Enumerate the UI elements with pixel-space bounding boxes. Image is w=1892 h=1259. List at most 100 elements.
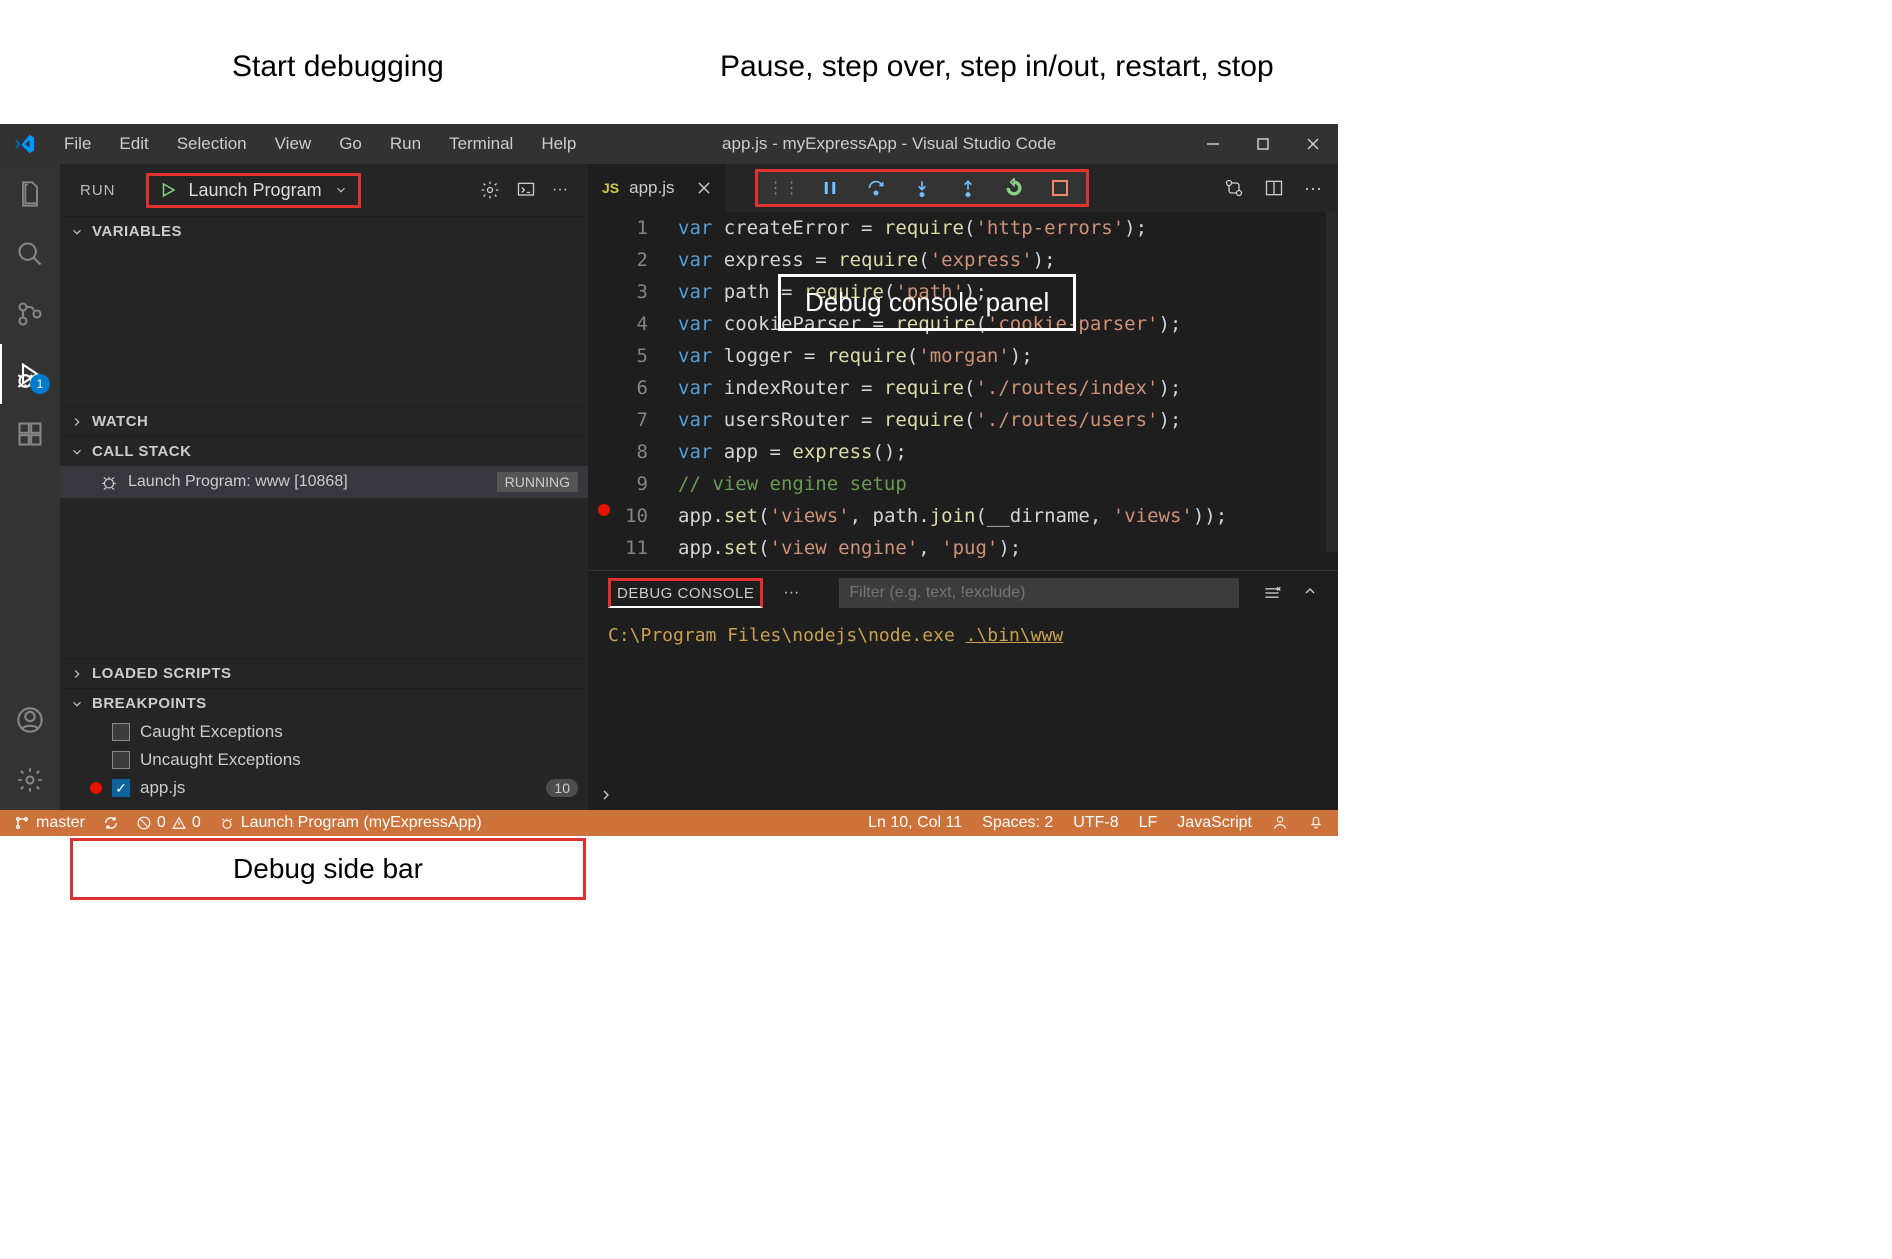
status-branch-label: master [36,814,85,832]
section-breakpoints[interactable]: Breakpoints [60,689,588,718]
console-output-link[interactable]: .\bin\www [966,625,1064,646]
section-variables[interactable]: Variables [60,217,588,246]
compare-icon[interactable] [1224,178,1244,198]
checkbox-uncaught[interactable] [112,751,130,769]
console-output: C:\Program Files\nodejs\node.exe .\bin\w… [588,615,1338,656]
close-icon[interactable] [1306,137,1320,151]
breakpoint-caught[interactable]: Caught Exceptions [60,718,588,746]
window-title: app.js - myExpressApp - Visual Studio Co… [590,134,1188,154]
filter-input[interactable] [839,578,1239,608]
section-loaded-scripts[interactable]: Loaded Scripts [60,659,588,688]
panel-more-icon[interactable]: ··· [783,584,799,602]
stop-icon[interactable] [1048,176,1072,200]
activity-extensions-icon[interactable] [0,404,60,464]
breakpoint-dot-icon [90,782,102,794]
menu-view[interactable]: View [261,134,326,154]
status-warnings: 0 [192,814,201,832]
status-language[interactable]: JavaScript [1177,814,1252,832]
callstack-status: RUNNING [497,472,578,492]
breakpoint-file[interactable]: ✓ app.js 10 [60,774,588,802]
chevron-up-icon[interactable] [1302,583,1318,603]
sidebar-header: RUN Launch Program ··· [60,164,588,216]
activity-account-icon[interactable] [0,690,60,750]
code-editor[interactable]: 1234567891011121314 var createError = re… [588,212,1338,570]
chevron-down-icon[interactable] [334,183,348,197]
breakpoint-glyph-icon[interactable] [598,504,610,516]
status-encoding[interactable]: UTF-8 [1073,814,1118,832]
debug-console-icon[interactable] [516,180,536,200]
step-into-icon[interactable] [910,176,934,200]
section-variables-label: Variables [92,223,182,240]
menu-go[interactable]: Go [325,134,376,154]
step-out-icon[interactable] [956,176,980,200]
status-branch[interactable]: master [14,814,85,832]
menu-run[interactable]: Run [376,134,435,154]
vscode-window: File Edit Selection View Go Run Terminal… [0,124,1338,836]
menu-terminal[interactable]: Terminal [435,134,527,154]
title-bar: File Edit Selection View Go Run Terminal… [0,124,1338,164]
annotation-start-debugging: Start debugging [232,50,444,84]
menu-selection[interactable]: Selection [163,134,261,154]
panel-tabs: DEBUG CONSOLE ··· [588,571,1338,615]
section-watch[interactable]: Watch [60,407,588,436]
status-debug-target[interactable]: Launch Program (myExpressApp) [219,814,482,832]
launch-config-selector[interactable]: Launch Program [146,173,361,208]
panel-tab-debug-console[interactable]: DEBUG CONSOLE [608,578,763,608]
status-cursor[interactable]: Ln 10, Col 11 [868,814,962,832]
annotation-debug-console: Debug console panel [778,274,1076,331]
clear-console-icon[interactable] [1262,583,1282,603]
status-eol[interactable]: LF [1139,814,1158,832]
breakpoint-file-line: 10 [546,779,578,797]
section-callstack-label: Call Stack [92,443,191,460]
status-feedback-icon[interactable] [1272,814,1288,832]
drag-handle-icon[interactable]: ⋮⋮ [772,176,796,200]
checkbox-file[interactable]: ✓ [112,779,130,797]
window-controls [1188,137,1338,151]
callstack-entry[interactable]: Launch Program: www [10868] RUNNING [60,466,588,498]
more-icon[interactable]: ··· [552,181,568,199]
maximize-icon[interactable] [1256,137,1270,151]
restart-icon[interactable] [1002,176,1026,200]
more-actions-icon[interactable]: ··· [1304,178,1322,199]
minimap[interactable] [1326,212,1338,552]
gear-icon[interactable] [480,180,500,200]
status-sync-icon[interactable] [103,815,119,831]
bug-icon [100,473,118,491]
annotation-debug-toolbar: Pause, step over, step in/out, restart, … [720,50,1274,84]
vscode-logo-icon [0,133,50,155]
code-content: var createError = require('http-errors')… [678,212,1326,564]
breadcrumb-chevron-icon[interactable] [598,787,614,803]
section-breakpoints-label: Breakpoints [92,695,207,712]
pause-icon[interactable] [818,176,842,200]
checkbox-caught[interactable] [112,723,130,741]
tab-close-icon[interactable] [697,181,711,195]
editor-tab-appjs[interactable]: JS app.js [588,164,725,212]
debug-sidebar: RUN Launch Program ··· Variable [60,164,588,810]
activity-explorer-icon[interactable] [0,164,60,224]
status-debug-target-label: Launch Program (myExpressApp) [241,814,482,832]
section-callstack[interactable]: Call Stack [60,437,588,466]
breakpoint-uncaught-label: Uncaught Exceptions [140,750,301,770]
editor-tabs: JS app.js ⋮⋮ [588,164,1338,212]
activity-debug-icon[interactable]: 1 [0,344,60,404]
split-editor-icon[interactable] [1264,178,1284,198]
menu-file[interactable]: File [50,134,105,154]
status-bell-icon[interactable] [1308,814,1324,832]
activity-scm-icon[interactable] [0,284,60,344]
debug-toolbar: ⋮⋮ [755,169,1089,207]
status-problems[interactable]: 0 0 [137,814,201,832]
breakpoint-uncaught[interactable]: Uncaught Exceptions [60,746,588,774]
debug-console-panel: DEBUG CONSOLE ··· C:\Program Files\nodej… [588,570,1338,810]
menu-edit[interactable]: Edit [105,134,162,154]
status-spaces[interactable]: Spaces: 2 [982,814,1053,832]
activity-settings-icon[interactable] [0,750,60,810]
minimize-icon[interactable] [1206,137,1220,151]
debug-badge: 1 [30,374,50,394]
menu-help[interactable]: Help [527,134,590,154]
activity-search-icon[interactable] [0,224,60,284]
launch-config-label: Launch Program [189,180,322,201]
step-over-icon[interactable] [864,176,888,200]
start-debug-icon[interactable] [159,181,177,199]
annotation-debug-sidebar: Debug side bar [70,838,586,900]
status-errors: 0 [157,814,166,832]
